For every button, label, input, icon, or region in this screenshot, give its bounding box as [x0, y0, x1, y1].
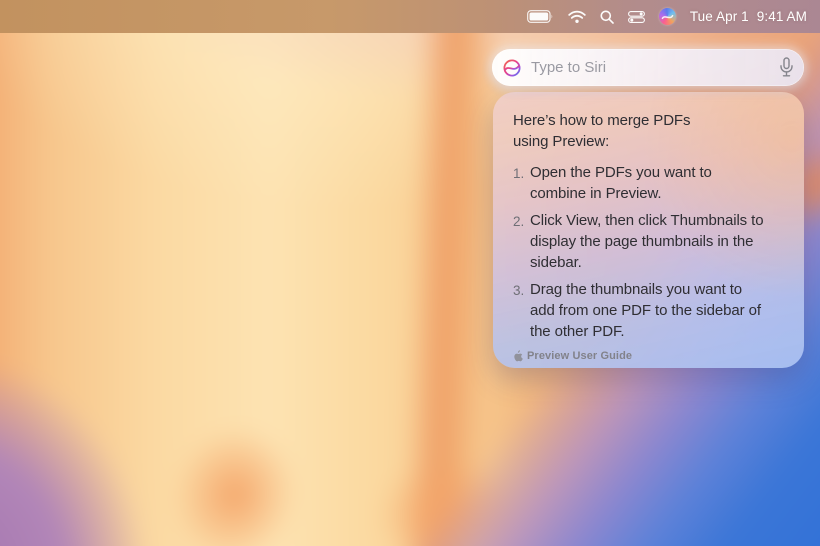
step-text: Open the PDFs you want to combine in Pre… [530, 162, 712, 204]
step-item-2: 2. Click View, then click Thumbnails to … [513, 210, 788, 273]
step-text: Click View, then click Thumbnails to dis… [530, 210, 763, 273]
menu-bar: Tue Apr 1 9:41 AM [0, 0, 820, 33]
menu-bar-date: Tue Apr 1 [690, 9, 749, 24]
siri-input-bar[interactable] [492, 49, 804, 86]
response-title: Here’s how to merge PDFs using Preview: [513, 110, 788, 152]
step-number: 2. [513, 210, 526, 273]
siri-text-input[interactable] [531, 59, 770, 76]
menu-bar-clock[interactable]: Tue Apr 1 9:41 AM [690, 9, 807, 24]
microphone-icon[interactable] [779, 57, 794, 78]
wifi-icon[interactable] [568, 10, 586, 24]
source-link[interactable]: Preview User Guide [513, 350, 788, 362]
step-number: 3. [513, 279, 526, 342]
siri-response-card: Here’s how to merge PDFs using Preview: … [493, 92, 804, 368]
battery-icon[interactable] [527, 10, 554, 23]
step-item-3: 3. Drag the thumbnails you want to add f… [513, 279, 788, 342]
step-number: 1. [513, 162, 526, 204]
siri-glyph-icon [502, 58, 522, 78]
apple-logo-icon [513, 350, 523, 362]
control-center-icon[interactable] [628, 11, 645, 23]
step-item-1: 1. Open the PDFs you want to combine in … [513, 162, 788, 204]
step-text: Drag the thumbnails you want to add from… [530, 279, 761, 342]
menu-bar-time: 9:41 AM [757, 9, 807, 24]
siri-icon[interactable] [659, 8, 676, 25]
search-icon[interactable] [600, 10, 614, 24]
source-label: Preview User Guide [527, 350, 632, 362]
